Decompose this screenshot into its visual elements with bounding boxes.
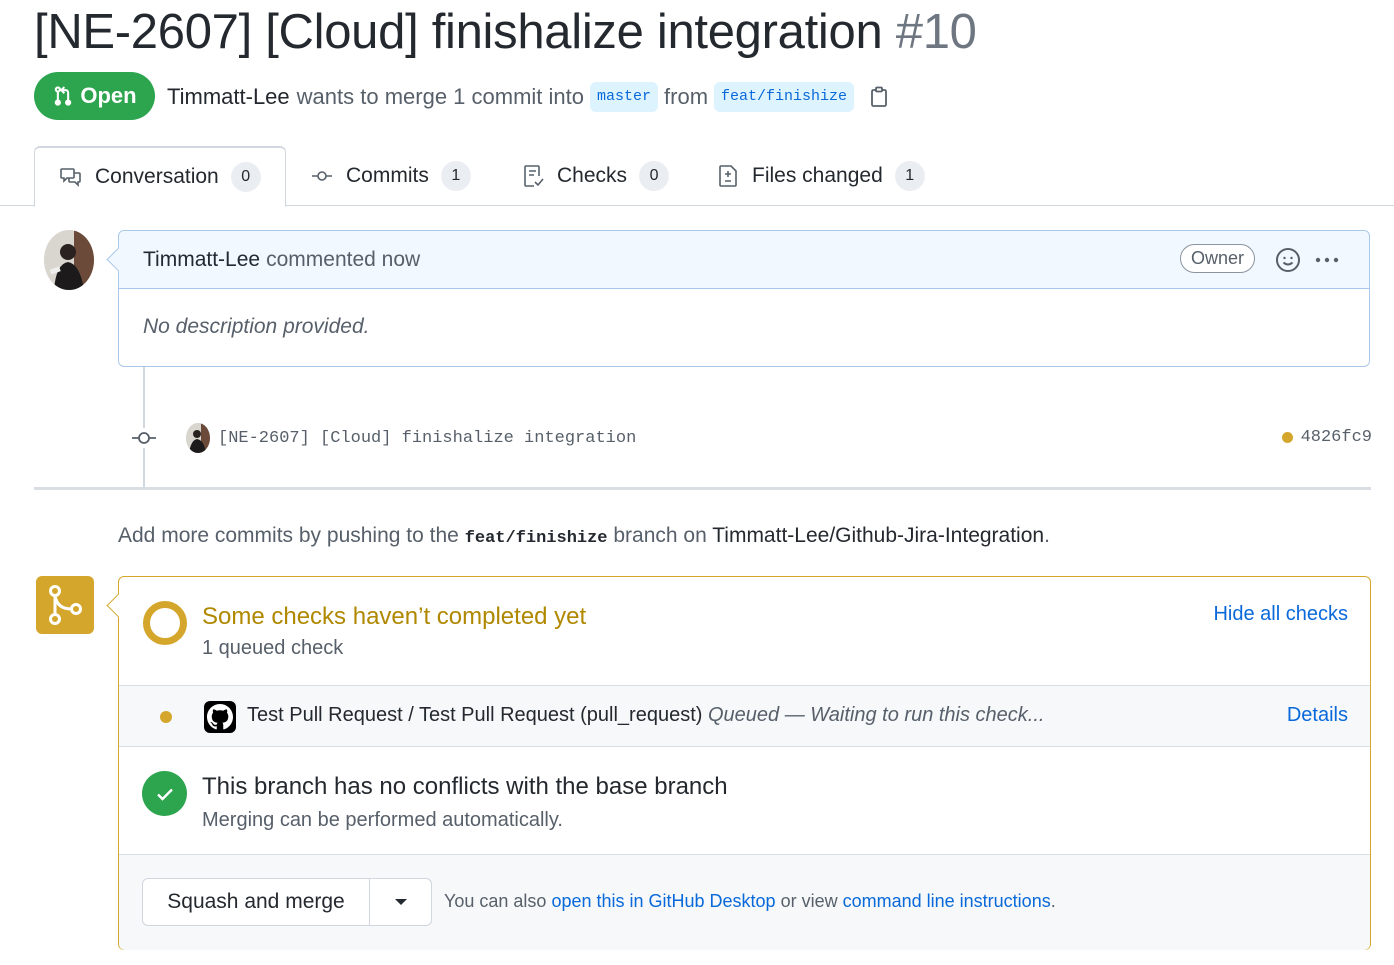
pr-merge-from-text: from xyxy=(664,84,709,109)
comment-discussion-icon xyxy=(60,168,81,187)
pr-state-label: Open xyxy=(80,83,137,108)
commit-status-dot[interactable] xyxy=(1281,432,1293,443)
timeline-divider xyxy=(34,487,1371,490)
tab-counter: 1 xyxy=(440,161,471,191)
timeline-commit: [NE-2607] [Cloud] finishalize integratio… xyxy=(130,422,1372,454)
tab-commits[interactable]: Commits 1 xyxy=(310,146,471,206)
pr-number: #10 xyxy=(895,5,977,59)
tab-counter: 0 xyxy=(639,161,670,191)
check-circle-icon xyxy=(142,771,187,816)
check-run-status: Queued — Waiting to run this check... xyxy=(708,704,1045,726)
pr-state-badge: Open xyxy=(34,72,155,120)
hide-all-checks-link[interactable]: Hide all checks xyxy=(1213,603,1348,626)
tab-label: Checks xyxy=(557,164,628,187)
tab-label: Files changed xyxy=(752,164,883,187)
pr-title: [NE-2607] [Cloud] finishalize integratio… xyxy=(34,4,977,60)
avatar-image xyxy=(186,423,210,453)
author-avatar[interactable] xyxy=(44,230,94,290)
pending-status-icon xyxy=(143,601,187,645)
comment-body: No description provided. xyxy=(143,315,370,338)
push-hint-repo-link[interactable]: Timmatt-Lee/Github-Jira-Integration xyxy=(712,524,1044,547)
git-merge-icon xyxy=(49,585,82,625)
merge-actions: Squash and merge You can also open this … xyxy=(119,855,1370,950)
commit-sha-link[interactable]: 4826fc9 xyxy=(1301,428,1372,447)
merge-status-icon xyxy=(36,576,94,634)
commit-sha: 4826fc9 xyxy=(1281,428,1372,447)
commit-author-avatar[interactable] xyxy=(186,423,210,453)
comment-author[interactable]: Timmatt-Lee xyxy=(143,248,260,272)
tab-files-changed[interactable]: Files changed 1 xyxy=(716,146,925,206)
pr-tabs: Conversation 0 Commits 1 Checks 0 Files … xyxy=(0,146,1394,207)
merge-hint: You can also open this in GitHub Desktop… xyxy=(444,891,1056,912)
comment-header: Timmatt-Lee commented now Owner xyxy=(119,231,1369,289)
pr-author-link[interactable]: Timmatt-Lee xyxy=(167,84,290,110)
git-commit-icon xyxy=(130,428,158,448)
tab-checks[interactable]: Checks 0 xyxy=(521,146,670,206)
conflict-title: This branch has no conflicts with the ba… xyxy=(202,773,728,800)
pr-title-text: [NE-2607] [Cloud] finishalize integratio… xyxy=(34,5,883,59)
check-run-name: Test Pull Request / Test Pull Request (p… xyxy=(247,704,703,726)
avatar-image xyxy=(44,230,94,290)
merge-hint-prefix: You can also xyxy=(444,891,547,911)
checks-subtitle: 1 queued check xyxy=(202,637,344,659)
squash-and-merge-button[interactable]: Squash and merge xyxy=(143,879,370,925)
checks-summary: Some checks haven’t completed yet 1 queu… xyxy=(119,577,1370,685)
tab-label: Commits xyxy=(346,164,429,187)
tab-counter: 1 xyxy=(894,161,925,191)
pr-merge-text: wants to merge 1 commit into xyxy=(296,84,584,109)
tab-counter: 0 xyxy=(230,162,261,192)
tab-label: Conversation xyxy=(95,165,219,188)
push-hint: Add more commits by pushing to the feat/… xyxy=(118,524,1050,548)
cli-instructions-link[interactable]: command line instructions xyxy=(843,891,1051,911)
push-hint-branch: feat/finishize xyxy=(464,529,608,548)
check-details-link[interactable]: Details xyxy=(1287,704,1348,727)
merge-box: Some checks haven’t completed yet 1 queu… xyxy=(118,576,1371,950)
check-run-row: Test Pull Request / Test Pull Request (p… xyxy=(119,685,1370,747)
open-desktop-link[interactable]: open this in GitHub Desktop xyxy=(551,891,775,911)
smiley-icon[interactable] xyxy=(1275,247,1301,273)
owner-badge: Owner xyxy=(1179,244,1255,273)
git-pull-request-icon xyxy=(55,86,72,106)
head-branch[interactable]: feat/finishize xyxy=(714,82,855,112)
checklist-icon xyxy=(524,165,544,187)
queued-dot-icon xyxy=(160,711,172,723)
tab-conversation[interactable]: Conversation 0 xyxy=(34,146,286,207)
conflict-status: This branch has no conflicts with the ba… xyxy=(119,747,1370,855)
kebab-horizontal-icon[interactable] xyxy=(1313,247,1341,273)
git-commit-icon xyxy=(312,171,332,181)
pr-meta: Timmatt-Lee wants to merge 1 commit into… xyxy=(167,82,888,112)
github-actions-icon xyxy=(204,701,236,733)
merge-hint-suffix: . xyxy=(1050,891,1056,911)
push-hint-suffix: . xyxy=(1044,524,1050,547)
merge-hint-middle: or view xyxy=(780,891,838,911)
push-hint-middle: branch on xyxy=(613,524,707,547)
conflict-subtitle: Merging can be performed automatically. xyxy=(202,809,563,831)
triangle-down-icon xyxy=(394,899,407,905)
merge-button-group: Squash and merge xyxy=(142,878,432,926)
checks-title: Some checks haven’t completed yet xyxy=(202,603,587,630)
comment-box: Timmatt-Lee commented now Owner No descr… xyxy=(118,230,1370,367)
comment-timestamp[interactable]: commented now xyxy=(266,248,420,272)
merge-method-dropdown[interactable] xyxy=(370,879,431,925)
copy-icon[interactable] xyxy=(870,86,888,108)
base-branch[interactable]: master xyxy=(590,82,659,112)
push-hint-prefix: Add more commits by pushing to the xyxy=(118,524,459,547)
file-diff-icon xyxy=(719,165,737,187)
commit-message-link[interactable]: [NE-2607] [Cloud] finishalize integratio… xyxy=(218,429,636,448)
